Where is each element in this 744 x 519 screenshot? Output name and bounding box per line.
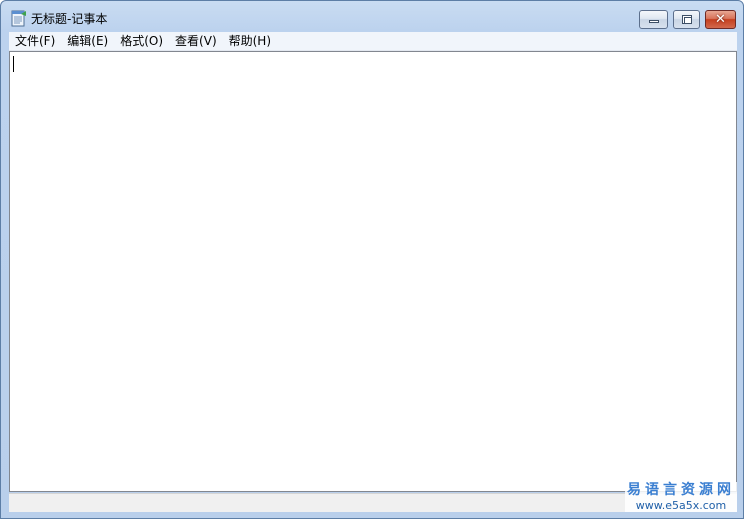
watermark-name: 易语言资源网 xyxy=(627,482,735,498)
maximize-button[interactable] xyxy=(673,10,700,29)
close-button[interactable]: ✕ xyxy=(705,10,736,29)
caption-buttons: ✕ xyxy=(639,10,736,29)
menu-bar: 文件(F) 编辑(E) 格式(O) 查看(V) 帮助(H) xyxy=(9,32,737,51)
menu-view[interactable]: 查看(V) xyxy=(169,32,223,50)
menu-edit[interactable]: 编辑(E) xyxy=(61,32,114,50)
window-title: 无标题-记事本 xyxy=(31,12,108,26)
minimize-button[interactable] xyxy=(639,10,668,29)
minimize-icon xyxy=(649,20,659,23)
menu-file[interactable]: 文件(F) xyxy=(9,32,61,50)
menu-help[interactable]: 帮助(H) xyxy=(223,32,277,50)
watermark-url: www.e5a5x.com xyxy=(635,499,727,512)
watermark: 易语言资源网 www.e5a5x.com xyxy=(625,482,737,512)
notepad-app-icon[interactable] xyxy=(10,10,27,27)
text-editor-area[interactable] xyxy=(9,51,737,492)
maximize-icon xyxy=(682,15,692,24)
text-caret xyxy=(13,56,14,72)
title-bar[interactable]: 无标题-记事本 ✕ xyxy=(1,1,743,31)
menu-format[interactable]: 格式(O) xyxy=(114,32,169,50)
notepad-window: 无标题-记事本 ✕ 文件(F) 编辑(E) 格式(O) 查看(V) 帮助(H) … xyxy=(0,0,744,519)
close-icon: ✕ xyxy=(715,12,726,27)
